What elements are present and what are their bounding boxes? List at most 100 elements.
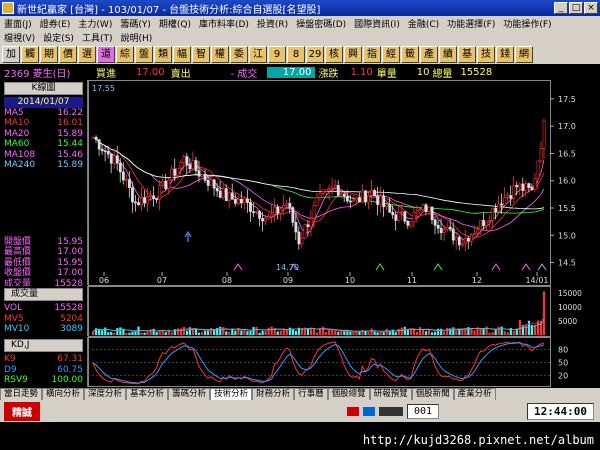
tab-3[interactable]: 基本分析 (126, 388, 169, 400)
toolbar-button-14[interactable]: 9 (268, 45, 286, 63)
toolbar-button-26[interactable]: 錢 (496, 45, 514, 63)
menu-item-6[interactable]: 投資(R) (253, 17, 292, 30)
tab-4[interactable]: 籌碼分析 (168, 388, 211, 400)
candle-body (460, 243, 464, 246)
menu-item-10[interactable]: 功能選擇(F) (443, 17, 499, 30)
tab-11[interactable]: 產業分析 (453, 388, 496, 400)
minimize-button[interactable]: _ (554, 2, 568, 14)
volume-bar (370, 328, 373, 335)
menu-item-0[interactable]: 畫面(J) (0, 17, 36, 30)
candle-body (500, 203, 504, 206)
toolbar-button-21[interactable]: 籤 (401, 45, 419, 63)
toolbar-button-25[interactable]: 技 (477, 45, 495, 63)
tab-6[interactable]: 財務分析 (252, 388, 295, 400)
trade-label: - 成交 (230, 68, 258, 80)
toolbar-button-0[interactable]: 加 (2, 45, 20, 63)
buy-price: 17.00 (136, 66, 165, 78)
candle-body (509, 195, 513, 199)
toolbar-button-1[interactable]: 觸 (21, 45, 39, 63)
tab-9[interactable]: 研報預覽 (369, 388, 412, 400)
toolbar-button-23[interactable]: 續 (439, 45, 457, 63)
row-value: 15.95 (57, 257, 83, 268)
candle-body (497, 203, 501, 213)
row-value: 15.95 (57, 236, 83, 247)
toolbar-button-27[interactable]: 網 (515, 45, 533, 63)
toolbar-button-18[interactable]: 興 (344, 45, 362, 63)
maximize-button[interactable]: □ (569, 2, 583, 14)
toolbar-button-2[interactable]: 期 (40, 45, 58, 63)
volume-bar (328, 329, 331, 335)
candle-body (206, 180, 210, 186)
kline-panel-title[interactable]: K線圖 (4, 82, 83, 95)
menu-item-5[interactable]: 庫市料率(D) (195, 17, 253, 30)
toolbar-button-7[interactable]: 盤 (135, 45, 153, 63)
toolbar-button-4[interactable]: 選 (78, 45, 96, 63)
toolbar-button-19[interactable]: 指 (363, 45, 381, 63)
toolbar-button-11[interactable]: 權 (211, 45, 229, 63)
candle-body (388, 204, 392, 213)
menu-item-secondary-2[interactable]: 工具(T) (78, 31, 117, 44)
menu-item-4[interactable]: 期權(Q) (155, 17, 195, 30)
toolbar-button-17[interactable]: 核 (325, 45, 343, 63)
tab-1[interactable]: 橫向分析 (42, 388, 85, 400)
row-label: D9 (4, 364, 17, 375)
volume-bar (500, 326, 503, 335)
toolbar-button-15[interactable]: 8 (287, 45, 305, 63)
volume-bar (479, 328, 482, 335)
candle-body (249, 202, 252, 212)
tab-10[interactable]: 個股新聞 (411, 388, 454, 400)
tab-7[interactable]: 行事曆 (294, 388, 328, 400)
candle-body (179, 162, 183, 169)
vrows-row: VOL 15528 (0, 303, 87, 314)
volume-bar (197, 332, 201, 335)
tab-2[interactable]: 深度分析 (84, 388, 127, 400)
technical-chart[interactable]: 17.5 17.0 16.5 16.0 15.5 15.0 14.5 06 07 08 09 10 1… (88, 80, 600, 388)
x-tick-label: 11 (407, 276, 417, 285)
candle-body (439, 227, 443, 234)
volume-bar (446, 327, 449, 335)
candle-body (370, 190, 373, 196)
toolbar-button-24[interactable]: 基 (458, 45, 476, 63)
toolbar-button-22[interactable]: 產 (420, 45, 438, 63)
candle-body (131, 187, 134, 203)
candle-body (112, 155, 116, 164)
candle-body (409, 221, 413, 226)
menu-item-7[interactable]: 操盤密碼(D) (292, 17, 350, 30)
volume-bar (488, 332, 491, 335)
candle-body (503, 197, 507, 206)
toolbar-button-3[interactable]: 價 (59, 45, 77, 63)
kd-panel-title[interactable]: KD,J (4, 339, 83, 352)
toolbar-button-5[interactable]: 道 (97, 45, 115, 63)
toolbar-button-16[interactable]: 29 (306, 45, 324, 63)
menu-item-2[interactable]: 主力(W) (74, 17, 116, 30)
title-bar: 新世紀贏家 [台灣] - 103/01/07 - 台盤技術分析:綜合自選股[名望… (0, 0, 600, 16)
candle-body (264, 217, 268, 222)
tab-5[interactable]: 技術分析 (210, 388, 253, 400)
menu-item-secondary-3[interactable]: 說明(H) (116, 31, 156, 44)
menu-item-3[interactable]: 籌碼(Y) (116, 17, 155, 30)
close-button[interactable]: × (584, 2, 598, 14)
volume-bar (415, 331, 419, 335)
volume-bar (325, 332, 328, 335)
tab-8[interactable]: 個股總覽 (327, 388, 370, 400)
toolbar-button-10[interactable]: 智 (192, 45, 210, 63)
volume-panel-title[interactable]: 成交量 (4, 288, 83, 301)
menu-item-8[interactable]: 國際資訊(I) (350, 17, 404, 30)
menu-item-secondary-1[interactable]: 設定(S) (39, 31, 78, 44)
volume-info-panel: 成交量 VOL 15528 MV5 5204 MV10 3089 (0, 286, 88, 336)
menu-item-9[interactable]: 金融(C) (404, 17, 443, 30)
row-value: 15.89 (57, 128, 83, 139)
toolbar-button-20[interactable]: 經 (382, 45, 400, 63)
stock-code: 2369 菱生(日) (4, 68, 71, 80)
tab-0[interactable]: 當日走勢 (0, 388, 43, 400)
toolbar-button-6[interactable]: 綜 (116, 45, 134, 63)
toolbar-button-12[interactable]: 委 (230, 45, 248, 63)
toolbar-button-9[interactable]: 幅 (173, 45, 191, 63)
menu-item-secondary-0[interactable]: 檔視(V) (0, 31, 39, 44)
row-label: RSV9 (4, 375, 28, 385)
menu-item-1[interactable]: 證券(E) (36, 17, 75, 30)
menu-item-11[interactable]: 功能操作(F) (499, 17, 555, 30)
candle-body (412, 212, 416, 223)
toolbar-button-13[interactable]: 江 (249, 45, 267, 63)
toolbar-button-8[interactable]: 類 (154, 45, 172, 63)
